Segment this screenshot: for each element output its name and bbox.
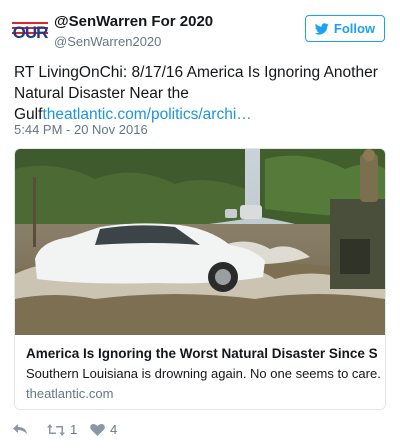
timestamp[interactable]: 5:44 PM - 20 Nov 2016 bbox=[14, 122, 148, 137]
tweet-text: RT LivingOnChi: 8/17/16 America Is Ignor… bbox=[14, 62, 386, 125]
card-domain: theatlantic.com bbox=[26, 386, 114, 401]
retweet-count: 1 bbox=[70, 422, 78, 437]
heart-icon bbox=[90, 423, 105, 436]
follow-label: Follow bbox=[333, 21, 376, 36]
avatar[interactable]: OUR bbox=[12, 14, 48, 50]
link-card[interactable]: America Is Ignoring the Worst Natural Di… bbox=[14, 148, 386, 410]
reply-button[interactable] bbox=[12, 422, 28, 436]
display-name[interactable]: @SenWarren For 2020 bbox=[54, 13, 213, 30]
card-title: America Is Ignoring the Worst Natural Di… bbox=[26, 346, 378, 361]
retweet-button[interactable]: 1 bbox=[47, 422, 77, 437]
tweet: OUR @SenWarren For 2020 @SenWarren2020 F… bbox=[0, 0, 400, 448]
card-description: Southern Louisiana is drowning again. No… bbox=[26, 366, 381, 381]
user-handle[interactable]: @SenWarren2020 bbox=[54, 34, 161, 49]
like-count: 4 bbox=[110, 422, 118, 437]
reply-icon bbox=[13, 424, 27, 434]
tweet-link[interactable]: theatlantic.com/politics/archi… bbox=[42, 106, 251, 123]
like-button[interactable]: 4 bbox=[90, 422, 117, 437]
avatar-logo-text: OUR bbox=[12, 22, 49, 42]
bird-icon bbox=[314, 22, 329, 35]
retweet-icon bbox=[47, 423, 65, 436]
card-image bbox=[15, 149, 385, 335]
follow-button[interactable]: Follow bbox=[305, 15, 385, 42]
